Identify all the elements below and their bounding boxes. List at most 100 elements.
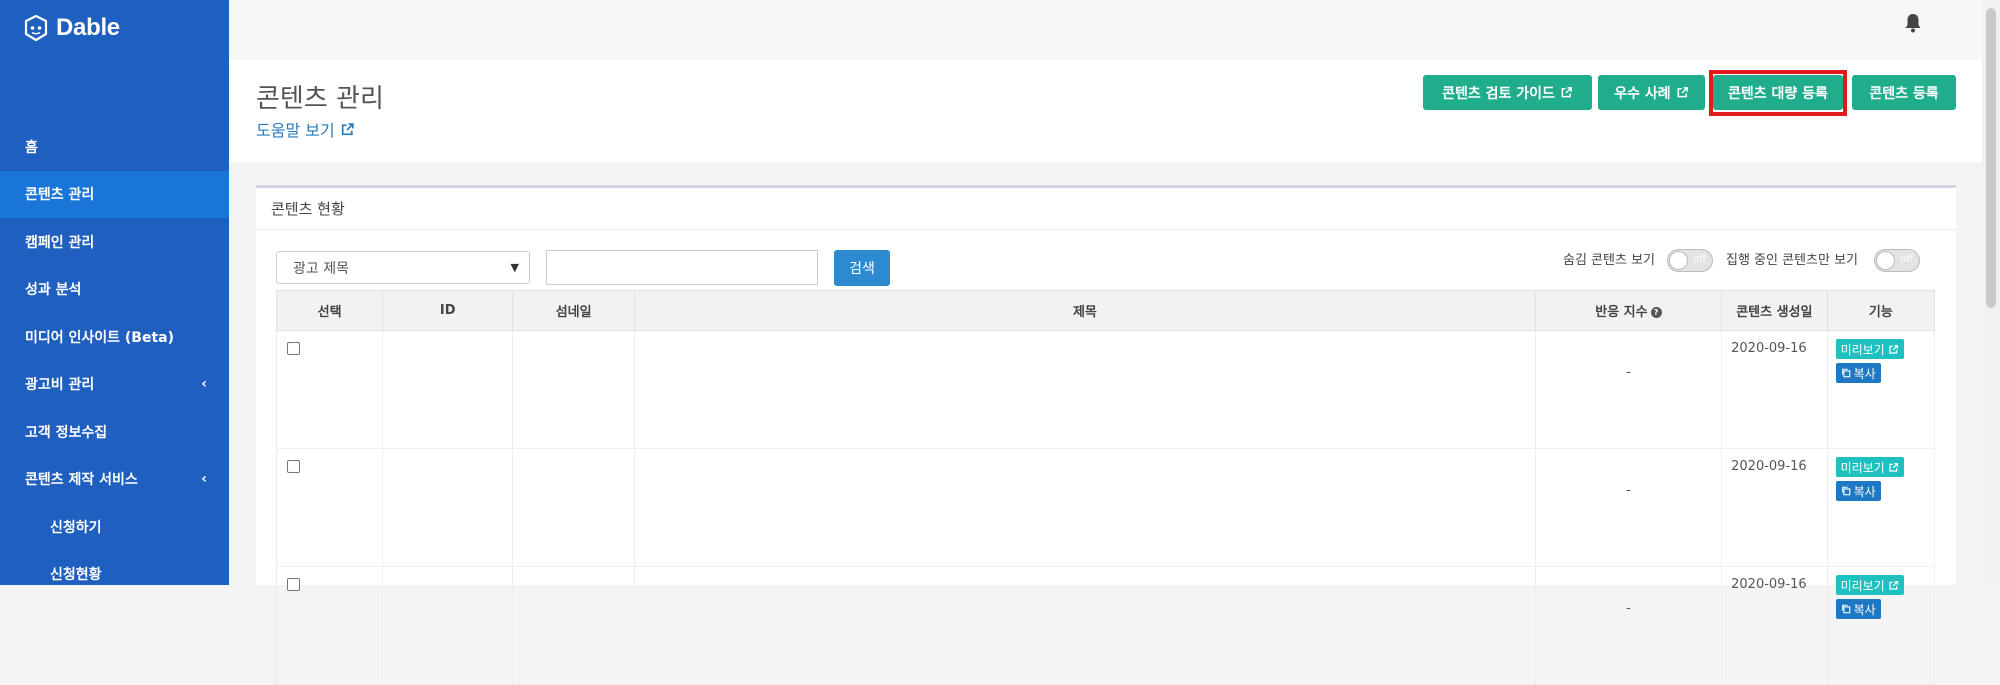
select-cell (275, 330, 384, 449)
top-bar (229, 0, 2000, 60)
copy-icon (1841, 604, 1850, 614)
created-date-cell: 2020-09-16 (1721, 566, 1828, 685)
highlight-box (1709, 70, 1847, 116)
bell-icon[interactable] (1903, 12, 1923, 34)
thumbnail-cell (512, 330, 636, 449)
row-checkbox[interactable] (287, 460, 300, 473)
review-guide-label: 콘텐츠 검토 가이드 (1442, 85, 1555, 102)
sidebar-item-campaign-management[interactable]: 캠페인 관리 (0, 218, 229, 266)
id-cell (382, 330, 514, 449)
sidebar-item-label: 콘텐츠 관리 (25, 187, 95, 204)
column-header-response-label: 반응 지수 (1595, 305, 1648, 320)
column-header-function: 기능 (1826, 290, 1936, 331)
sidebar-item-home[interactable]: 홈 (0, 123, 229, 171)
copy-button[interactable]: 복사 (1835, 481, 1881, 501)
help-link[interactable]: 도움말 보기 (256, 117, 355, 141)
scrollbar-thumb[interactable] (1986, 8, 1996, 308)
hidden-content-toggle[interactable]: off (1667, 249, 1713, 272)
chevron-down-icon: ▼ (510, 261, 519, 274)
preview-label: 미리보기 (1840, 578, 1885, 593)
review-guide-button[interactable]: 콘텐츠 검토 가이드 (1423, 75, 1592, 110)
toggle-knob (1876, 251, 1895, 270)
page-title: 콘텐츠 관리 (256, 84, 384, 114)
copy-label: 복사 (1853, 484, 1876, 499)
sidebar-nav: 홈 콘텐츠 관리 캠페인 관리 성과 분석 미디어 인사이트 (Beta) 광고… (0, 123, 229, 598)
table-row: - 2020-09-16 미리보기 복사 (275, 566, 1936, 685)
search-input[interactable] (546, 250, 818, 285)
sidebar-item-label: 신청하기 (50, 519, 102, 536)
sidebar-item-content-management[interactable]: 콘텐츠 관리 (0, 170, 229, 218)
running-content-label: 집행 중인 콘텐츠만 보기 (1726, 253, 1858, 268)
column-header-created: 콘텐츠 생성일 (1721, 290, 1828, 331)
external-link-icon (1677, 87, 1688, 98)
preview-label: 미리보기 (1840, 342, 1885, 357)
app-name: Dable (56, 14, 120, 41)
preview-button[interactable]: 미리보기 (1835, 575, 1904, 595)
sidebar-item-apply[interactable]: 신청하기 (0, 503, 229, 551)
search-field-select[interactable]: 광고 제목 ▼ (276, 251, 530, 284)
select-cell (275, 566, 384, 685)
external-link-icon (1561, 87, 1572, 98)
sidebar-item-performance-analysis[interactable]: 성과 분석 (0, 266, 229, 314)
register-content-button[interactable]: 콘텐츠 등록 (1852, 75, 1956, 110)
scrollbar[interactable] (1982, 0, 2000, 585)
sidebar-item-label: 콘텐츠 제작 서비스 (25, 472, 138, 489)
sidebar-item-customer-info[interactable]: 고객 정보수집 (0, 408, 229, 456)
copy-label: 복사 (1853, 602, 1876, 617)
thumbnail-cell (512, 566, 636, 685)
search-button[interactable]: 검색 (834, 250, 890, 286)
divider (256, 229, 1956, 230)
toggle-state: off (1899, 254, 1913, 265)
copy-button[interactable]: 복사 (1835, 599, 1881, 619)
external-link-icon (341, 122, 354, 135)
sidebar-item-label: 신청현황 (50, 567, 102, 584)
preview-button[interactable]: 미리보기 (1835, 339, 1904, 359)
created-date-cell: 2020-09-16 (1721, 448, 1828, 567)
table-header-row: 선택 ID 섬네일 제목 반응 지수? 콘텐츠 생성일 기능 (275, 290, 1936, 331)
select-cell (275, 448, 384, 567)
best-cases-button[interactable]: 우수 사례 (1598, 75, 1705, 110)
external-link-icon (1889, 462, 1898, 472)
chevron-left-icon: ‹ (201, 471, 207, 488)
help-link-label: 도움말 보기 (256, 121, 335, 140)
sidebar-item-label: 미디어 인사이트 (Beta) (25, 329, 175, 346)
function-cell: 미리보기 복사 (1826, 566, 1936, 685)
toggle-state: off (1692, 254, 1706, 265)
column-header-response: 반응 지수? (1534, 290, 1723, 331)
thumbnail-cell (512, 448, 636, 567)
external-link-icon (1889, 344, 1898, 354)
table-row: - 2020-09-16 미리보기 복사 (275, 448, 1936, 567)
sidebar-item-ad-cost-management[interactable]: 광고비 관리 ‹ (0, 361, 229, 409)
preview-button[interactable]: 미리보기 (1835, 457, 1904, 477)
id-cell (382, 566, 514, 685)
created-date-cell: 2020-09-16 (1721, 330, 1828, 449)
copy-icon (1841, 368, 1850, 378)
register-content-label: 콘텐츠 등록 (1869, 85, 1939, 102)
content-table: 선택 ID 섬네일 제목 반응 지수? 콘텐츠 생성일 기능 - 2020-09… (275, 290, 1936, 685)
dable-logo[interactable]: Dable (22, 14, 120, 42)
copy-button[interactable]: 복사 (1835, 363, 1881, 383)
response-cell: - (1534, 566, 1723, 685)
question-icon[interactable]: ? (1650, 307, 1662, 318)
sidebar: Dable 홈 콘텐츠 관리 캠페인 관리 성과 분석 미디어 인사이트 (Be… (0, 0, 229, 585)
title-cell (634, 566, 1536, 685)
sidebar-item-label: 고객 정보수집 (25, 424, 108, 441)
column-header-thumbnail: 섬네일 (512, 290, 636, 331)
running-content-toggle[interactable]: off (1874, 249, 1920, 272)
best-cases-label: 우수 사례 (1614, 85, 1671, 102)
sidebar-item-label: 홈 (25, 139, 38, 156)
sidebar-item-label: 성과 분석 (25, 282, 82, 299)
dable-logo-icon (24, 14, 48, 42)
sidebar-item-label: 광고비 관리 (25, 377, 95, 394)
function-cell: 미리보기 복사 (1826, 448, 1936, 567)
sidebar-item-media-insight[interactable]: 미디어 인사이트 (Beta) (0, 313, 229, 361)
function-cell: 미리보기 복사 (1826, 330, 1936, 449)
id-cell (382, 448, 514, 567)
sidebar-item-application-status[interactable]: 신청현황 (0, 551, 229, 599)
copy-label: 복사 (1853, 366, 1876, 381)
column-header-id: ID (382, 290, 514, 331)
external-link-icon (1889, 580, 1898, 590)
row-checkbox[interactable] (287, 342, 300, 355)
sidebar-item-content-production[interactable]: 콘텐츠 제작 서비스 ‹ (0, 456, 229, 504)
sidebar-item-label: 캠페인 관리 (25, 234, 95, 251)
